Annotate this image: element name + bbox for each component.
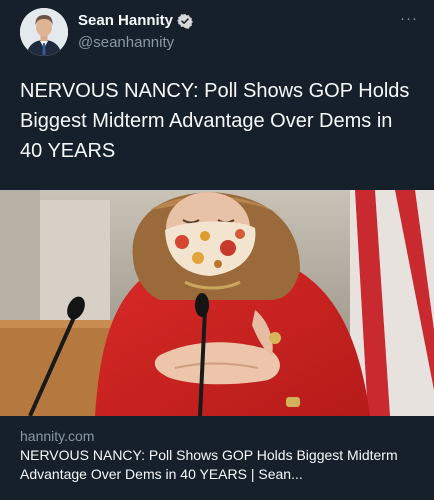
card-photo <box>0 190 434 416</box>
card-title: NERVOUS NANCY: Poll Shows GOP Holds Bigg… <box>20 447 398 482</box>
more-options-icon[interactable]: ··· <box>400 10 418 27</box>
tweet-text: NERVOUS NANCY: Poll Shows GOP Holds Bigg… <box>20 80 410 162</box>
avatar-image <box>20 8 68 56</box>
author-handle[interactable]: @seanhannity <box>78 34 174 51</box>
link-card-image[interactable] <box>0 190 434 416</box>
link-card-meta[interactable]: hannity.com NERVOUS NANCY: Poll Shows GO… <box>0 416 434 500</box>
card-domain: hannity.com <box>20 428 95 444</box>
verified-badge-icon <box>177 13 193 29</box>
author-display-name[interactable]: Sean Hannity <box>78 12 173 29</box>
avatar[interactable] <box>20 8 68 56</box>
author-name-row: Sean Hannity <box>78 12 193 29</box>
tweet-card: Sean Hannity @seanhannity ··· NERVOUS NA… <box>0 0 434 500</box>
tweet-header: Sean Hannity @seanhannity ··· <box>20 8 422 56</box>
